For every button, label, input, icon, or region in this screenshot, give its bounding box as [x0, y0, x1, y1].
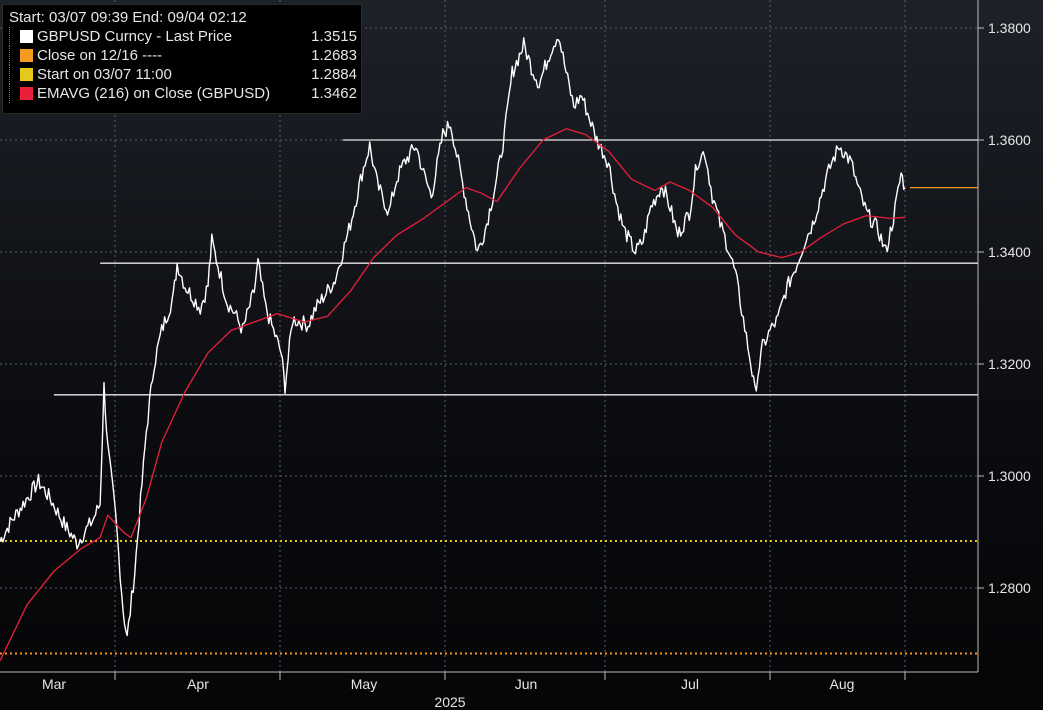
legend-label: Close on 12/16 ---- — [37, 47, 163, 64]
x-tick-label: Aug — [830, 676, 855, 692]
legend-header: Start: 03/07 09:39 End: 09/04 02:12 — [9, 8, 357, 27]
x-tick-label: Jul — [681, 676, 699, 692]
y-tick-label: 1.2800 — [988, 580, 1031, 596]
legend-item-last-price: GBPUSD Curncy - Last Price 1.3515 — [9, 27, 357, 46]
legend-item-start: Start on 03/07 11:00 1.2884 — [9, 65, 357, 84]
y-tick-label: 1.3600 — [988, 132, 1031, 148]
legend-value: 1.2884 — [311, 66, 357, 83]
legend-item-close: Close on 12/16 ---- 1.2683 — [9, 46, 357, 65]
reference-lines — [0, 539, 978, 655]
chart-legend: Start: 03/07 09:39 End: 09/04 02:12 GBPU… — [2, 4, 362, 114]
x-tick-label: May — [351, 676, 377, 692]
series-group — [0, 37, 978, 662]
series-line-last-price — [0, 37, 906, 637]
legend-label: EMAVG (216) on Close (GBPUSD) — [37, 85, 271, 102]
y-tick-label: 1.3400 — [988, 244, 1031, 260]
y-tick-label: 1.3000 — [988, 468, 1031, 484]
legend-swatch-orange — [20, 49, 33, 62]
x-tick-label: Apr — [187, 676, 209, 692]
legend-swatch-white — [20, 30, 33, 43]
legend-value: 1.2683 — [311, 47, 357, 64]
legend-item-emavg: EMAVG (216) on Close (GBPUSD) 1.3462 — [9, 84, 357, 103]
legend-value: 1.3462 — [311, 85, 357, 102]
legend-label: Start on 03/07 11:00 — [37, 66, 172, 83]
legend-swatch-yellow — [20, 68, 33, 81]
x-tick-label: Mar — [42, 676, 66, 692]
legend-swatch-red — [20, 87, 33, 100]
y-tick-label: 1.3200 — [988, 356, 1031, 372]
year-label: 2025 — [434, 694, 465, 710]
legend-header-text: Start: 03/07 09:39 End: 09/04 02:12 — [9, 9, 247, 26]
support-resistance-lines — [53, 139, 978, 396]
legend-value: 1.3515 — [311, 28, 357, 45]
y-tick-label: 1.3800 — [988, 20, 1031, 36]
x-tick-label: Jun — [515, 676, 538, 692]
legend-label: GBPUSD Curncy - Last Price — [37, 28, 233, 45]
